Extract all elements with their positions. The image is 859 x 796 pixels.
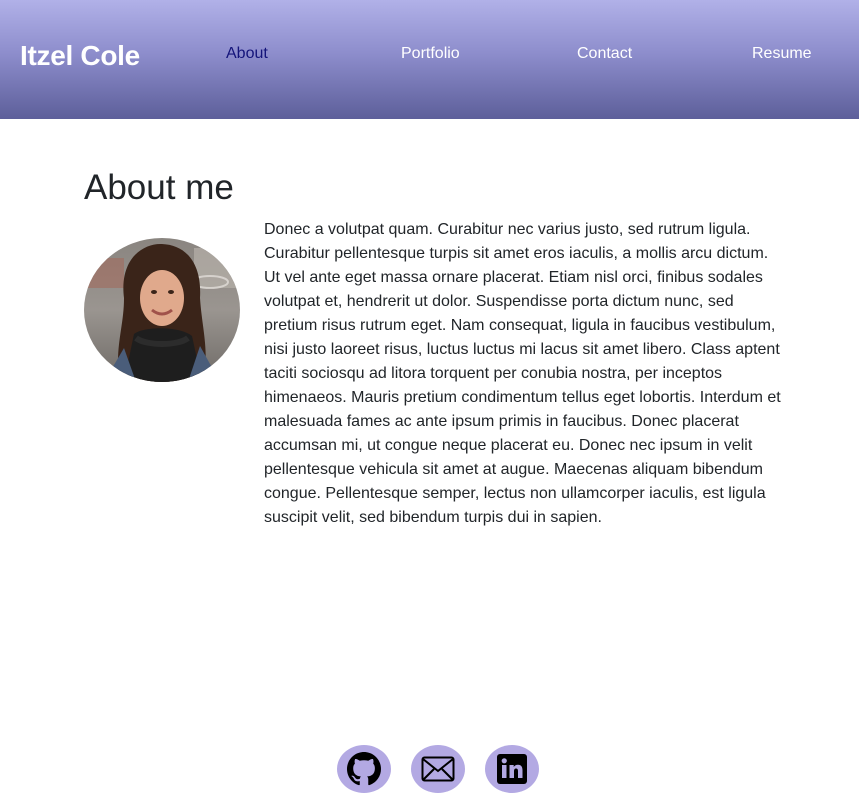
github-link[interactable] — [337, 745, 391, 793]
linkedin-icon — [497, 754, 527, 784]
site-header: Itzel Cole About Portfolio Contact Resum… — [0, 0, 859, 119]
email-link[interactable] — [411, 745, 465, 793]
about-bio-text: Donec a volutpat quam. Curabitur nec var… — [264, 221, 781, 526]
avatar-photo — [84, 238, 240, 382]
nav-link-about[interactable]: About — [226, 45, 268, 63]
nav-link-contact[interactable]: Contact — [577, 45, 632, 63]
avatar — [84, 238, 240, 382]
nav-link-resume[interactable]: Resume — [752, 45, 812, 63]
linkedin-link[interactable] — [485, 745, 539, 793]
site-brand[interactable]: Itzel Cole — [20, 40, 140, 72]
mail-icon — [421, 756, 455, 782]
github-icon — [347, 752, 381, 786]
page-title: About me — [84, 168, 234, 207]
nav-link-portfolio[interactable]: Portfolio — [401, 45, 460, 63]
